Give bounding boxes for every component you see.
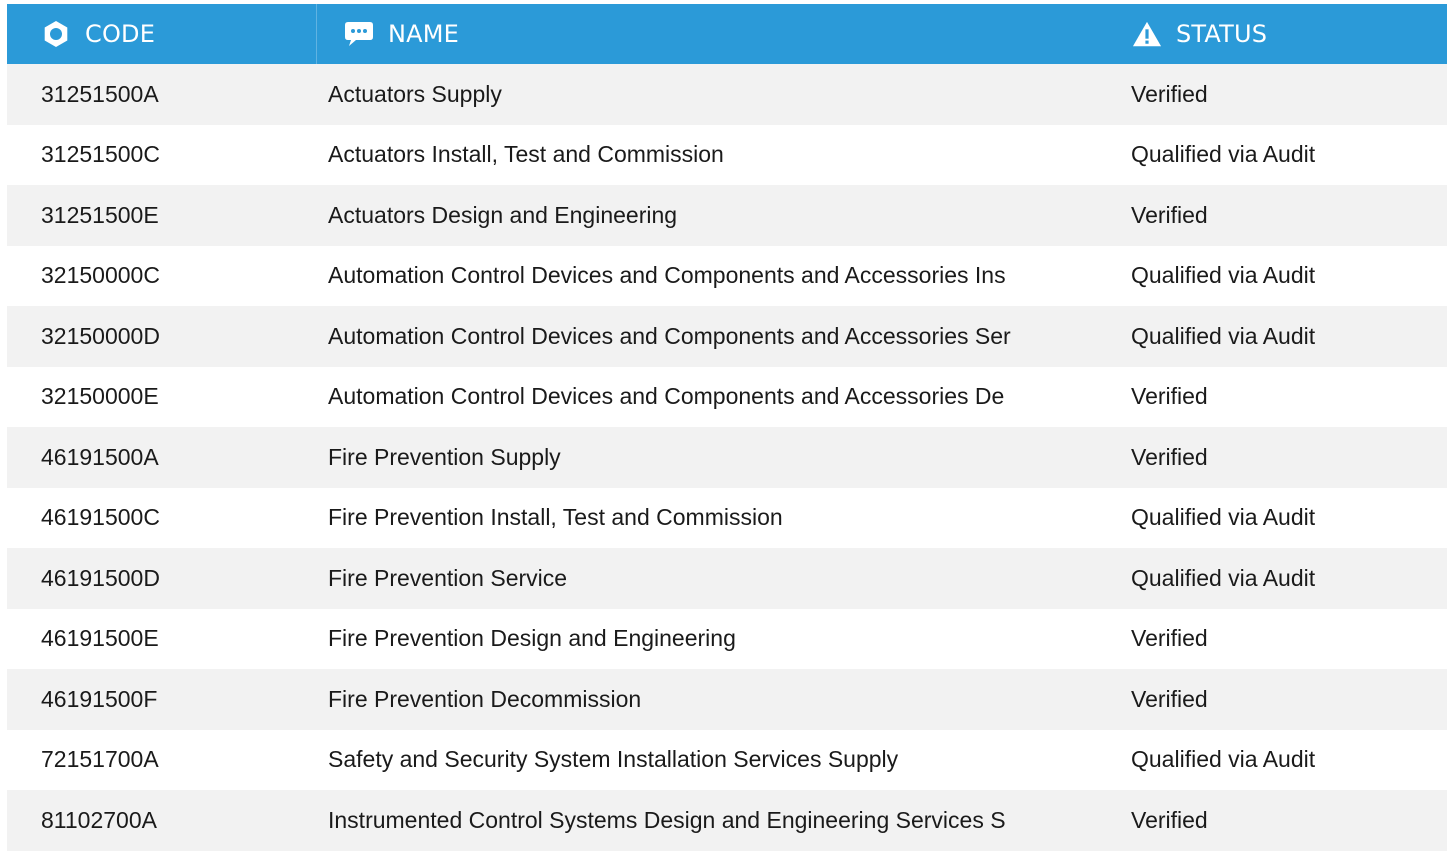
table-row[interactable]: 32150000C Automation Control Devices and … bbox=[7, 245, 1447, 306]
table-row[interactable]: 31251500E Actuators Design and Engineerin… bbox=[7, 185, 1447, 246]
table-row[interactable]: 32150000E Automation Control Devices and … bbox=[7, 366, 1447, 427]
row-code: 31251500E bbox=[41, 201, 159, 228]
column-header-status-label: STATUS bbox=[1176, 20, 1268, 48]
row-code: 32150000E bbox=[41, 383, 159, 410]
table-row[interactable]: 46191500E Fire Prevention Design and Engi… bbox=[7, 608, 1447, 669]
row-code: 72151700A bbox=[41, 746, 159, 773]
row-code: 81102700A bbox=[41, 806, 157, 833]
table-row[interactable]: 31251500C Actuators Install, Test and Com… bbox=[7, 124, 1447, 185]
row-status: Verified bbox=[1131, 443, 1208, 470]
row-name: Automation Control Devices and Component… bbox=[328, 262, 1006, 289]
table-row[interactable]: 46191500C Fire Prevention Install, Test a… bbox=[7, 487, 1447, 548]
row-status: Verified bbox=[1131, 806, 1208, 833]
row-status: Verified bbox=[1131, 201, 1208, 228]
row-status: Qualified via Audit bbox=[1131, 322, 1316, 349]
row-name: Fire Prevention Service bbox=[328, 564, 568, 591]
row-name: Fire Prevention Supply bbox=[328, 443, 561, 470]
gear-icon bbox=[41, 19, 71, 49]
column-header-name-label: NAME bbox=[388, 20, 460, 48]
row-code: 46191500D bbox=[41, 564, 160, 591]
warning-icon bbox=[1132, 19, 1162, 49]
row-code: 46191500E bbox=[41, 625, 159, 652]
row-name: Actuators Install, Test and Commission bbox=[328, 141, 724, 168]
row-code: 31251500C bbox=[41, 141, 160, 168]
row-name: Actuators Supply bbox=[328, 80, 502, 107]
data-table: CODE NAME STATUS 31251500A Actuators Sup… bbox=[7, 4, 1447, 851]
row-status: Verified bbox=[1131, 383, 1208, 410]
row-name: Instrumented Control Systems Design and … bbox=[328, 806, 1006, 833]
table-row[interactable]: 32150000D Automation Control Devices and … bbox=[7, 306, 1447, 367]
row-code: 46191500F bbox=[41, 685, 158, 712]
row-status: Qualified via Audit bbox=[1131, 262, 1316, 289]
table-body: 31251500A Actuators Supply Verified 3125150… bbox=[7, 64, 1447, 851]
row-code: 46191500C bbox=[41, 504, 160, 531]
row-name: Automation Control Devices and Component… bbox=[328, 383, 1005, 410]
row-status: Verified bbox=[1131, 685, 1208, 712]
table-row[interactable]: 72151700A Safety and Security System Inst… bbox=[7, 729, 1447, 790]
row-status: Qualified via Audit bbox=[1131, 504, 1316, 531]
row-name: Fire Prevention Decommission bbox=[328, 685, 642, 712]
row-status: Qualified via Audit bbox=[1131, 141, 1316, 168]
table-row[interactable]: 46191500F Fire Prevention Decommission Ver… bbox=[7, 669, 1447, 730]
row-code: 32150000C bbox=[41, 262, 160, 289]
row-code: 32150000D bbox=[41, 322, 160, 349]
table-header: CODE NAME STATUS bbox=[7, 4, 1447, 64]
row-name: Safety and Security System Installation … bbox=[328, 746, 899, 773]
table-row[interactable]: 81102700A Instrumented Control Systems De… bbox=[7, 790, 1447, 851]
row-name: Actuators Design and Engineering bbox=[328, 201, 678, 228]
row-name: Fire Prevention Design and Engineering bbox=[328, 625, 736, 652]
row-status: Verified bbox=[1131, 80, 1208, 107]
row-code: 31251500A bbox=[41, 80, 159, 107]
chat-bubble-icon bbox=[344, 19, 374, 49]
row-status: Qualified via Audit bbox=[1131, 564, 1316, 591]
row-name: Fire Prevention Install, Test and Commis… bbox=[328, 504, 783, 531]
table-row[interactable]: 31251500A Actuators Supply Verified bbox=[7, 64, 1447, 125]
column-header-status[interactable]: STATUS bbox=[1132, 4, 1447, 64]
column-header-code-label: CODE bbox=[85, 20, 156, 48]
table-row[interactable]: 46191500D Fire Prevention Service Qualifie… bbox=[7, 548, 1447, 609]
row-status: Qualified via Audit bbox=[1131, 746, 1316, 773]
column-header-name[interactable]: NAME bbox=[317, 4, 1132, 64]
row-name: Automation Control Devices and Component… bbox=[328, 322, 1011, 349]
row-status: Verified bbox=[1131, 625, 1208, 652]
table-row[interactable]: 46191500A Fire Prevention Supply Verified bbox=[7, 427, 1447, 488]
row-code: 46191500A bbox=[41, 443, 159, 470]
column-header-code[interactable]: CODE bbox=[7, 4, 317, 64]
